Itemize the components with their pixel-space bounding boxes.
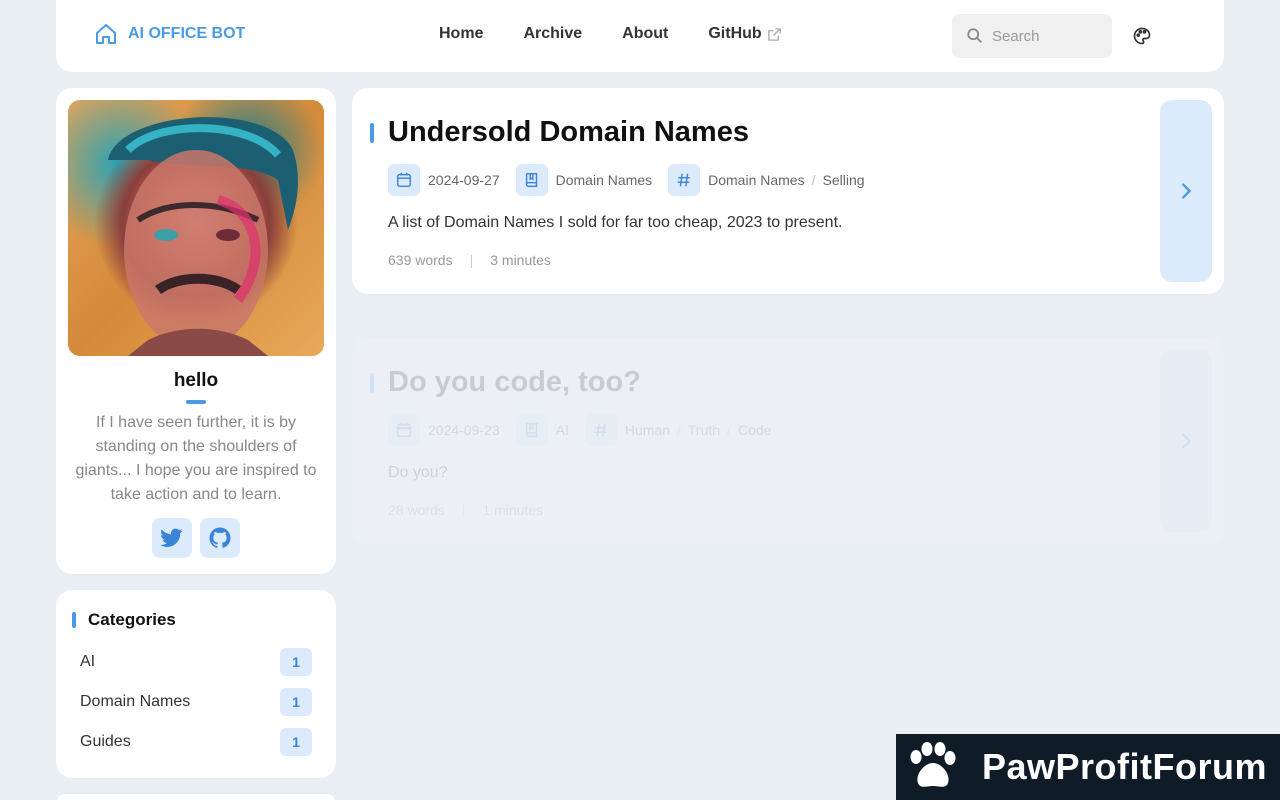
post-meta: 2024-09-27 Domain Names Domain Names / S… — [388, 164, 881, 196]
name-underline — [186, 400, 206, 404]
post-meta: 2024-09-23 AI Human / Truth / Code — [388, 414, 787, 446]
category-item-domain-names[interactable]: Domain Names 1 — [80, 688, 312, 716]
post-date-text: 2024-09-23 — [428, 422, 500, 438]
chevron-right-icon — [1182, 433, 1192, 449]
home-icon — [96, 24, 116, 44]
post-word-count: 639 words — [388, 252, 453, 268]
github-button[interactable] — [200, 518, 240, 558]
avatar-portrait — [108, 117, 298, 356]
post-stats: 639 words | 3 minutes — [388, 252, 551, 268]
post-reading-time: 3 minutes — [490, 252, 551, 268]
category-label: Domain Names — [80, 693, 191, 710]
search-box[interactable] — [952, 14, 1112, 58]
search-icon — [967, 28, 982, 43]
watermark-banner: PawProfitForum — [896, 734, 1280, 800]
nav-about[interactable]: About — [622, 25, 668, 43]
post-tag[interactable]: Domain Names — [708, 172, 804, 188]
calendar-icon — [388, 164, 420, 196]
profile-name: hello — [173, 370, 219, 391]
stats-divider: | — [461, 502, 466, 518]
post-open-button[interactable] — [1160, 350, 1212, 532]
nav-archive[interactable]: Archive — [523, 25, 582, 43]
navbar: AI OFFICE BOT Home Archive About GitHub — [56, 0, 1224, 72]
post-excerpt: A list of Domain Names I sold for far to… — [388, 214, 843, 231]
search-input[interactable] — [992, 27, 1102, 45]
post-date: 2024-09-23 — [388, 414, 500, 446]
category-item-guides[interactable]: Guides 1 — [80, 728, 312, 756]
categories-card: Categories AI 1 Domain Names 1 Guides 1 — [56, 590, 336, 778]
nav-github-label: GitHub — [708, 25, 762, 42]
hashtag-icon — [668, 164, 701, 196]
post-tags: Domain Names / Selling — [668, 164, 865, 196]
book-icon — [515, 164, 548, 196]
twitter-icon — [160, 528, 183, 547]
post-category-text: Domain Names — [555, 172, 653, 188]
profile-card: hello If I have seen further, it is by s… — [56, 88, 336, 574]
github-icon — [209, 527, 231, 548]
post-reading-time: 1 minutes — [482, 502, 544, 518]
nav-github[interactable]: GitHub — [708, 25, 781, 43]
post-tag[interactable]: Truth — [688, 422, 720, 438]
book-icon — [515, 414, 548, 446]
twitter-button[interactable] — [152, 518, 192, 558]
external-link-icon — [767, 27, 781, 41]
post-open-button[interactable] — [1160, 100, 1212, 282]
category-label: AI — [80, 653, 96, 670]
post-date: 2024-09-27 — [388, 164, 500, 196]
palette-icon[interactable] — [1132, 26, 1152, 46]
watermark-text: PawProfitForum — [982, 746, 1268, 787]
next-sidebar-card — [56, 794, 336, 800]
calendar-icon — [388, 414, 420, 446]
post-stats: 28 words | 1 minutes — [388, 502, 543, 518]
social-links — [152, 518, 240, 558]
hashtag-icon — [584, 414, 617, 446]
stats-divider: | — [469, 252, 474, 268]
chevron-right-icon — [1182, 183, 1192, 199]
category-count-badge: 1 — [280, 728, 312, 756]
post-title[interactable]: Do you code, too? — [388, 366, 641, 399]
post-excerpt: Do you? — [388, 464, 448, 481]
brand-name: AI OFFICE BOT — [128, 25, 246, 42]
post-tag[interactable]: Selling — [822, 172, 864, 188]
categories-accent-bar — [72, 612, 76, 628]
post-word-count: 28 words — [388, 502, 445, 518]
tag-separator: / — [811, 172, 816, 188]
tag-separator: / — [677, 422, 681, 438]
post-card: Do you code, too? 2024-09-23 AI Human / … — [352, 338, 1224, 544]
post-tag[interactable]: Code — [738, 422, 771, 438]
category-count-badge: 1 — [280, 688, 312, 716]
category-item-ai[interactable]: AI 1 — [80, 648, 312, 676]
brand-link[interactable]: AI OFFICE BOT — [94, 22, 245, 46]
post-category[interactable]: Domain Names — [515, 164, 653, 196]
avatar — [68, 100, 324, 356]
nav-home[interactable]: Home — [439, 25, 483, 43]
post-category-text: AI — [555, 422, 569, 438]
post-category[interactable]: AI — [515, 414, 569, 446]
nav-links: Home Archive About GitHub — [439, 25, 782, 43]
post-accent-bar — [370, 123, 374, 143]
post-card: Undersold Domain Names 2024-09-27 Domain… — [352, 88, 1224, 294]
categories-title: Categories — [88, 610, 176, 629]
category-label: Guides — [80, 733, 131, 750]
post-accent-bar — [370, 373, 374, 393]
profile-bio: If I have seen further, it is by standin… — [75, 414, 317, 503]
tag-separator: / — [727, 422, 731, 438]
post-date-text: 2024-09-27 — [428, 172, 500, 188]
post-title[interactable]: Undersold Domain Names — [388, 116, 749, 149]
paw-icon — [910, 742, 956, 787]
category-count-badge: 1 — [280, 648, 312, 676]
post-tag[interactable]: Human — [625, 422, 670, 438]
post-tags: Human / Truth / Code — [584, 414, 771, 446]
